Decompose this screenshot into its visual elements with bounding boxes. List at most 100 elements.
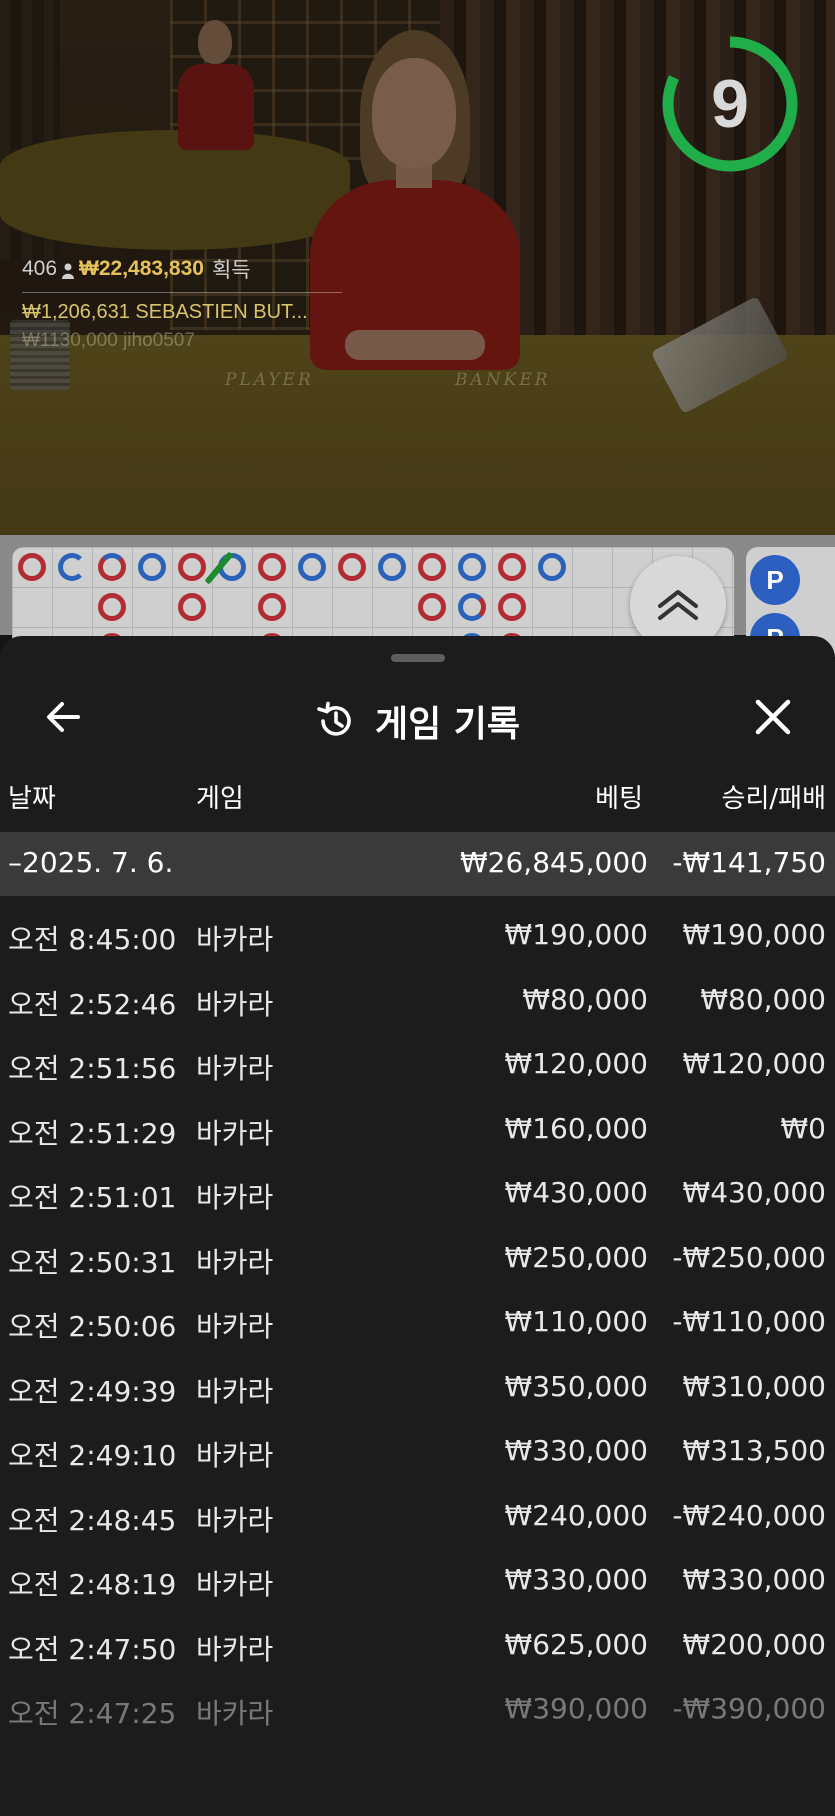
row-game: 바카라 [196, 1568, 274, 1601]
winners-summary: 406 ₩22,483,830 획득 [22, 254, 342, 284]
table-row[interactable]: 오전 2:51:29 바카라 ₩160,000 ₩0 [0, 1090, 835, 1155]
road-bead-player [538, 553, 566, 581]
row-time: 오전 2:48:45 [8, 1503, 177, 1537]
close-button[interactable] [748, 692, 798, 742]
countdown-value: 9 [711, 66, 749, 142]
row-bet: ₩390,000 [504, 1692, 648, 1725]
winners-panel: 406 ₩22,483,830 획득 ₩1,206,631 SEBASTIEN … [22, 254, 342, 352]
close-icon [755, 699, 791, 735]
column-winloss: 승리/패배 [721, 784, 826, 814]
sheet-drag-handle[interactable] [391, 654, 445, 662]
row-winloss: ₩190,000 [682, 918, 826, 951]
row-winloss: ₩430,000 [682, 1176, 826, 1209]
sheet-header: 게임 기록 [0, 676, 835, 766]
row-bet: ₩240,000 [504, 1498, 648, 1532]
row-game: 바카라 [196, 1374, 274, 1408]
row-winloss: -₩240,000 [672, 1498, 826, 1532]
row-time: 오전 2:51:29 [8, 1116, 177, 1150]
row-bet: ₩160,000 [504, 1111, 648, 1145]
column-date: 날짜 [8, 784, 56, 814]
row-bet: ₩430,000 [504, 1176, 648, 1209]
day-summary-row[interactable]: –2025. 7. 6. ₩26,845,000 -₩141,750 [0, 832, 835, 896]
road-bead-banker [498, 553, 526, 581]
row-winloss: ₩310,000 [682, 1369, 826, 1403]
column-bet: 베팅 [595, 784, 643, 814]
sheet-title-wrap: 게임 기록 [0, 676, 835, 766]
row-time: 오전 2:47:50 [8, 1632, 177, 1666]
row-bet: ₩350,000 [504, 1369, 648, 1403]
road-bead-banker [258, 553, 286, 581]
history-rows: 오전 8:45:00 바카라 ₩190,000 ₩190,000 오전 2:52:46 바… [0, 896, 835, 1735]
row-winloss: ₩80,000 [700, 982, 826, 1016]
row-winloss: ₩330,000 [682, 1563, 826, 1596]
row-winloss: -₩110,000 [672, 1305, 826, 1338]
row-time: 오전 2:52:46 [8, 987, 177, 1021]
top-winner-amount: ₩1130,000 [22, 330, 118, 351]
road-bead-player [458, 593, 486, 621]
row-game: 바카라 [196, 1439, 274, 1472]
row-game: 바카라 [196, 1310, 274, 1343]
table-row[interactable]: 오전 2:49:10 바카라 ₩330,000 ₩313,500 [0, 1412, 835, 1477]
table-row[interactable]: 오전 2:48:19 바카라 ₩330,000 ₩330,000 [0, 1541, 835, 1606]
top-winner-amount: ₩1,206,631 [22, 301, 130, 323]
row-game: 바카라 [196, 1245, 274, 1279]
arrow-left-icon [47, 702, 80, 732]
day-total-winloss: -₩141,750 [672, 846, 826, 879]
row-winloss: ₩0 [780, 1111, 827, 1145]
bead-player: P [750, 555, 800, 605]
row-game: 바카라 [196, 1697, 274, 1730]
road-bead-banker [418, 593, 446, 621]
row-time: 오전 8:45:00 [8, 923, 177, 956]
road-bead-banker [18, 553, 46, 581]
row-winloss: ₩120,000 [682, 1047, 826, 1080]
top-winner-2: ₩1130,000 jiho0507 [22, 330, 342, 352]
road-bead-banker [178, 593, 206, 621]
road-bead-player [138, 553, 166, 581]
row-game: 바카라 [196, 1181, 274, 1214]
table-row[interactable]: 오전 2:50:31 바카라 ₩250,000 -₩250,000 [0, 1219, 835, 1284]
row-winloss: -₩390,000 [672, 1692, 826, 1725]
row-winloss: ₩200,000 [682, 1627, 826, 1661]
road-bead-banker [98, 593, 126, 621]
table-row[interactable]: 오전 8:45:00 바카라 ₩190,000 ₩190,000 [0, 896, 835, 961]
row-bet: ₩190,000 [504, 918, 648, 951]
back-button[interactable] [40, 692, 90, 742]
sheet-title: 게임 기록 [374, 704, 520, 745]
winner-count: 406 [22, 257, 58, 280]
row-game: 바카라 [196, 1503, 274, 1537]
top-winner-1: ₩1,206,631 SEBASTIEN BUT... [22, 301, 342, 324]
top-winner-name: jiho0507 [123, 330, 195, 351]
table-row[interactable]: 오전 2:47:50 바카라 ₩625,000 ₩200,000 [0, 1606, 835, 1671]
table-row[interactable]: 오전 2:47:25 바카라 ₩390,000 -₩390,000 [0, 1670, 835, 1735]
row-bet: ₩110,000 [504, 1305, 648, 1338]
history-icon [317, 701, 351, 736]
row-time: 오전 2:49:10 [8, 1439, 177, 1472]
table-row[interactable]: 오전 2:48:45 바카라 ₩240,000 -₩240,000 [0, 1477, 835, 1542]
row-bet: ₩250,000 [504, 1240, 648, 1274]
row-game: 바카라 [196, 923, 274, 956]
person-icon [61, 261, 75, 279]
road-bead-banker [258, 593, 286, 621]
column-game: 게임 [196, 784, 244, 814]
row-bet: ₩330,000 [504, 1563, 648, 1596]
row-time: 오전 2:50:06 [8, 1310, 177, 1343]
row-game: 바카라 [196, 1052, 274, 1085]
table-row[interactable]: 오전 2:50:06 바카라 ₩110,000 -₩110,000 [0, 1283, 835, 1348]
countdown-timer: 9 [660, 34, 800, 174]
table-row[interactable]: 오전 2:49:39 바카라 ₩350,000 ₩310,000 [0, 1348, 835, 1413]
row-bet: ₩80,000 [522, 982, 648, 1016]
road-bead-banker [178, 553, 206, 581]
row-bet: ₩330,000 [504, 1434, 648, 1467]
table-row[interactable]: 오전 2:52:46 바카라 ₩80,000 ₩80,000 [0, 961, 835, 1026]
road-bead-player [298, 553, 326, 581]
row-bet: ₩120,000 [504, 1047, 648, 1080]
history-column-headers: 날짜 게임 베팅 승리/패배 [0, 764, 835, 824]
table-row[interactable]: 오전 2:51:56 바카라 ₩120,000 ₩120,000 [0, 1025, 835, 1090]
road-bead-banker [98, 553, 126, 581]
day-date: –2025. 7. 6. [8, 846, 174, 879]
row-time: 오전 2:47:25 [8, 1697, 177, 1730]
table-row[interactable]: 오전 2:51:01 바카라 ₩430,000 ₩430,000 [0, 1154, 835, 1219]
row-time: 오전 2:48:19 [8, 1568, 177, 1601]
road-bead-player [58, 553, 86, 581]
winners-total-suffix: 획득 [211, 259, 251, 282]
